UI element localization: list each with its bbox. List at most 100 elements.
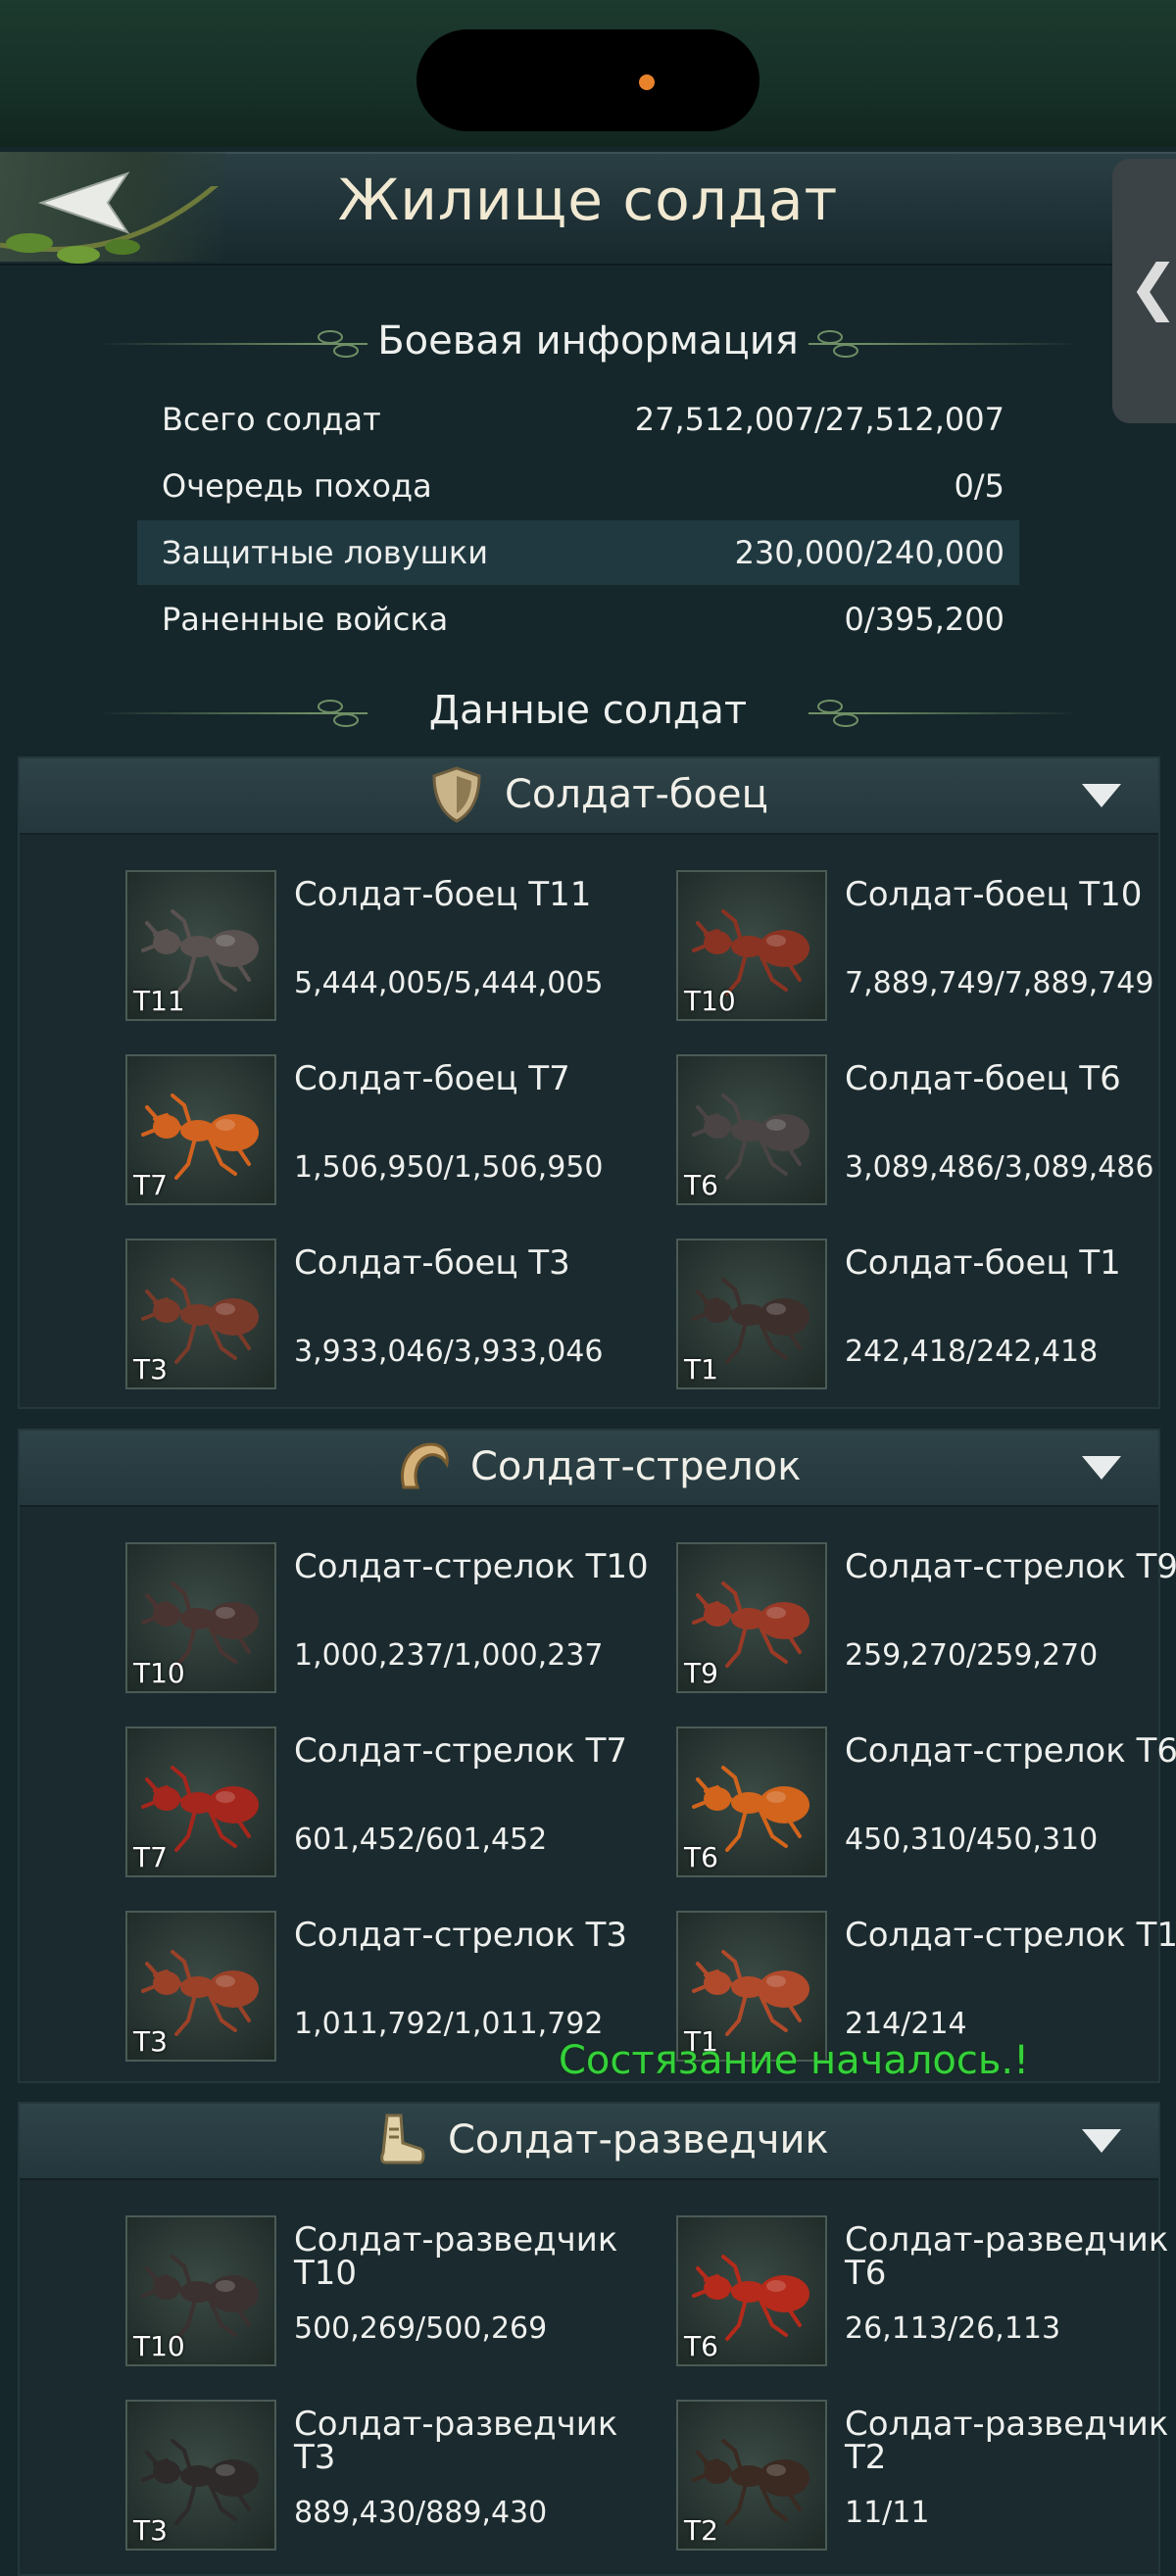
unit-count: 3,933,046/3,933,046 [294,1335,604,1369]
tier-badge: T3 [133,1353,168,1385]
ant-unit-icon: T6 [676,1054,827,1205]
info-row-march-queue: Очередь похода 0/5 [137,454,1019,518]
unit-name: Солдат-боец Т11 [294,875,592,914]
unit-count: 3,089,486/3,089,486 [845,1150,1154,1185]
horn-icon [392,1436,453,1497]
ant-unit-icon: T3 [125,1239,276,1389]
ant-unit-icon: T3 [125,2400,276,2551]
ant-unit-icon: T6 [676,2215,827,2366]
unit-card[interactable]: T10 Солдат-стрелок Т10 1,000,237/1,000,237 [125,1542,655,1699]
category-header[interactable]: Солдат-боец [20,758,1158,835]
tier-badge: T6 [684,1841,718,1873]
tier-badge: T3 [133,2025,168,2058]
unit-name: Солдат-разведчик Т3 [294,2405,618,2477]
unit-card[interactable]: T9 Солдат-стрелок Т9 259,270/259,270 [676,1542,1176,1699]
ant-unit-icon: T6 [676,1726,827,1877]
ant-unit-icon: T10 [676,870,827,1021]
ant-unit-icon: T9 [676,1542,827,1693]
chevron-down-icon[interactable] [1082,2129,1121,2153]
unit-card[interactable]: T10 Солдат-разведчик Т10 500,269/500,269 [125,2215,655,2372]
event-toast: Состязание началось.! [559,2038,1030,2083]
tier-badge: T6 [684,1169,718,1201]
ant-unit-icon: T11 [125,870,276,1021]
unit-card[interactable]: T3 Солдат-боец Т3 3,933,046/3,933,046 [125,1239,655,1395]
divider [862,712,1078,714]
info-value: 0/5 [954,467,1005,505]
tier-badge: T11 [133,985,185,1017]
unit-name: Солдат-разведчик Т6 [845,2220,1169,2293]
page-title: Жилище солдат [337,167,839,233]
boot-icon [369,2110,430,2170]
info-row-total: Всего солдат 27,512,007/27,512,007 [137,387,1019,452]
unit-count: 26,113/26,113 [845,2311,1061,2346]
category-header[interactable]: Солдат-стрелок [20,1431,1158,1507]
unit-count: 214/214 [845,2007,967,2041]
tier-badge: T6 [684,2330,718,2362]
unit-count: 1,011,792/1,011,792 [294,2007,604,2041]
ant-unit-icon: T2 [676,2400,827,2551]
tier-badge: T10 [133,1657,185,1689]
side-panel-toggle[interactable]: ❮ [1112,159,1176,423]
chevron-left-icon: ❮ [1128,251,1176,322]
shield-icon [426,764,487,825]
info-row-traps: Защитные ловушки 230,000/240,000 [137,520,1019,585]
unit-count: 7,889,749/7,889,749 [845,966,1154,1000]
info-label: Всего солдат [162,401,381,438]
info-label: Защитные ловушки [162,534,488,571]
ant-unit-icon: T7 [125,1726,276,1877]
tier-badge: T2 [684,2514,718,2547]
unit-card[interactable]: T10 Солдат-боец Т10 7,889,749/7,889,749 [676,870,1176,1027]
info-value: 230,000/240,000 [734,534,1004,571]
unit-name: Солдат-стрелок Т9 [845,1547,1176,1586]
ant-unit-icon: T3 [125,1911,276,2062]
info-label: Раненные войска [162,601,449,638]
tier-badge: T10 [684,985,736,1017]
camera-island [416,29,760,131]
chevron-down-icon[interactable] [1082,1456,1121,1480]
soldier-data-heading: Данные солдат [428,688,748,733]
category-label: Солдат-стрелок [470,1444,802,1489]
unit-name: Солдат-стрелок Т6 [845,1731,1176,1771]
category-label: Солдат-боец [505,772,768,817]
unit-card[interactable]: T7 Солдат-стрелок Т7 601,452/601,452 [125,1726,655,1883]
unit-count: 259,270/259,270 [845,1638,1099,1673]
unit-card[interactable]: T6 Солдат-боец Т6 3,089,486/3,089,486 [676,1054,1176,1211]
unit-name: Солдат-разведчик Т10 [294,2220,618,2293]
unit-card[interactable]: T3 Солдат-разведчик Т3 889,430/889,430 [125,2400,655,2556]
unit-count: 601,452/601,452 [294,1823,548,1857]
unit-card[interactable]: T6 Солдат-разведчик Т6 26,113/26,113 [676,2215,1176,2372]
tier-badge: T10 [133,2330,185,2362]
leaf-ornament-icon [808,700,867,727]
unit-card[interactable]: T11 Солдат-боец Т11 5,444,005/5,444,005 [125,870,655,1027]
category-panel-fighter: Солдат-боец T11 Солдат-боец Т11 5,444,005/5… [18,756,1160,1409]
unit-count: 889,430/889,430 [294,2496,548,2530]
leaf-ornament-icon [808,330,867,358]
unit-name: Солдат-боец Т7 [294,1059,570,1098]
category-panel-shooter: Солдат-стрелок T10 Солдат-стрелок Т10 1,000… [18,1429,1176,2083]
tier-badge: T9 [684,1657,718,1689]
unit-card[interactable]: T2 Солдат-разведчик Т2 11/11 [676,2400,1176,2556]
chevron-down-icon[interactable] [1082,784,1121,807]
unit-card[interactable]: T7 Солдат-боец Т7 1,506,950/1,506,950 [125,1054,655,1211]
unit-count: 500,269/500,269 [294,2311,548,2346]
tier-badge: T3 [133,2514,168,2547]
category-header[interactable]: Солдат-разведчик [20,2104,1158,2180]
unit-name: Солдат-стрелок Т3 [294,1916,627,1955]
unit-name: Солдат-боец Т10 [845,875,1143,914]
unit-card[interactable]: T1 Солдат-боец Т1 242,418/242,418 [676,1239,1176,1395]
info-value: 27,512,007/27,512,007 [634,401,1004,438]
info-label: Очередь похода [162,467,432,505]
unit-count: 11/11 [845,2496,930,2530]
divider [862,343,1078,345]
unit-count: 1,506,950/1,506,950 [294,1150,604,1185]
unit-name: Солдат-стрелок Т10 [294,1547,649,1586]
unit-name: Солдат-разведчик Т2 [845,2405,1169,2477]
unit-name: Солдат-стрелок Т7 [294,1731,627,1771]
tier-badge: T7 [133,1169,168,1201]
unit-name: Солдат-стрелок Т1 [845,1916,1176,1955]
unit-card[interactable]: T6 Солдат-стрелок Т6 450,310/450,310 [676,1726,1176,1883]
unit-count: 1,000,237/1,000,237 [294,1638,604,1673]
battle-info-heading: Боевая информация [377,318,799,364]
unit-name: Солдат-боец Т6 [845,1059,1121,1098]
ant-unit-icon: T10 [125,1542,276,1693]
